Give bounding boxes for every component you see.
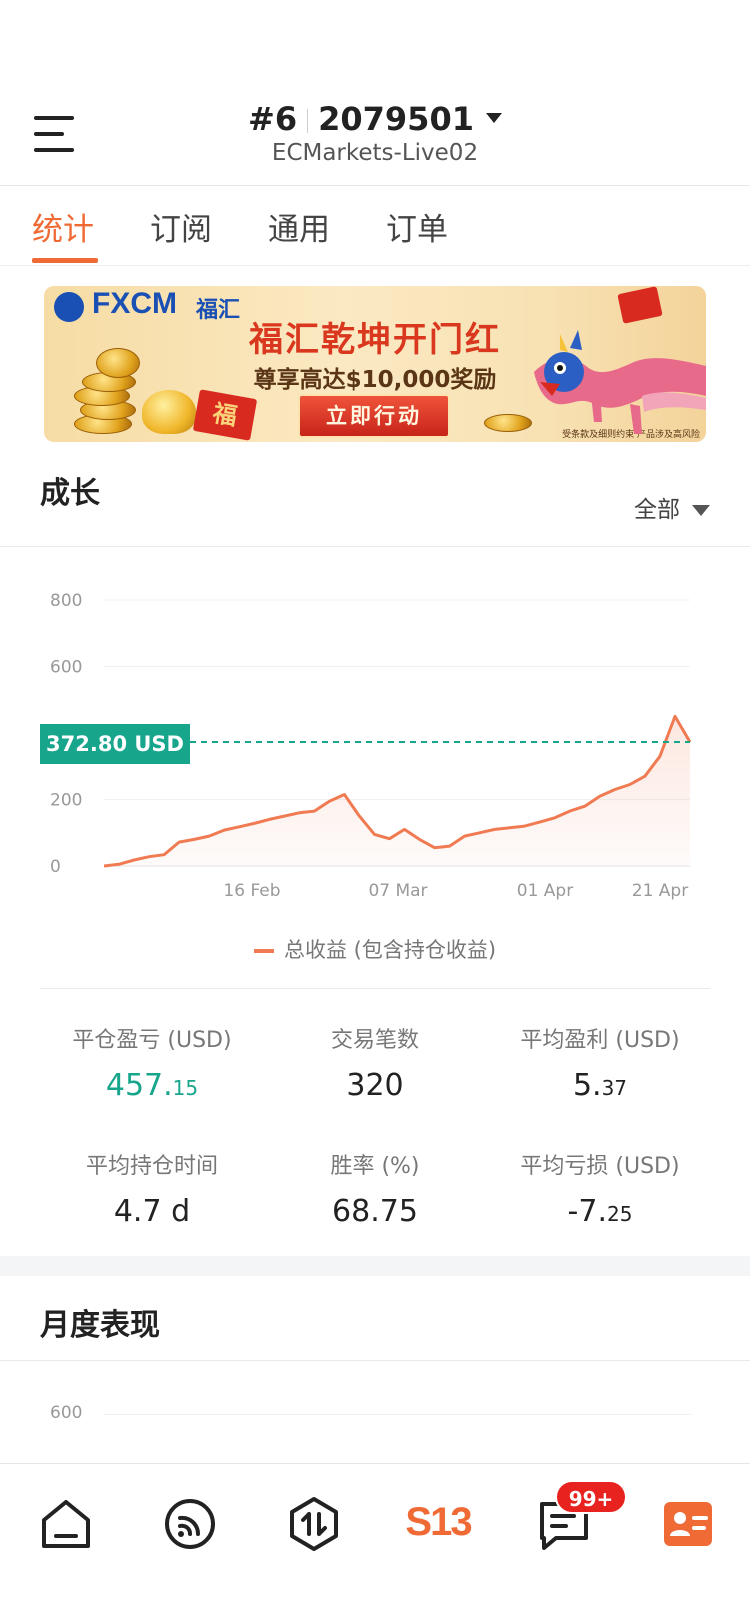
bottom-nav: S13 [0,1463,750,1624]
tab-bar: 统计 订阅 通用 订单 [0,186,750,266]
x-tick-label: 16 Feb [223,881,280,900]
server-name: ECMarkets-Live02 [271,140,479,166]
range-filter-label: 全部 [634,497,680,523]
stat-value: 457.15 [105,1068,199,1103]
promo-banner[interactable]: FXCM 福汇 福汇乾坤开门红 尊享高达$10,000奖励 立即行动 受条款及细… [44,286,706,442]
stat-closed-pnl: 平仓盈亏 (USD) 457.15 [32,1022,272,1103]
legend-swatch [253,949,274,953]
stat-avg-profit: 平均盈利 (USD) 5.37 [480,1022,720,1103]
trade-icon[interactable] [284,1494,344,1554]
stat-trade-count: 交易笔数 320 [255,1022,495,1103]
tab-general[interactable]: 通用 [268,204,330,249]
stat-avg-loss: 平均亏损 (USD) -7.25 [480,1148,720,1229]
divider [0,546,750,547]
stat-label: 平均盈利 (USD) [520,1028,680,1053]
stat-value: 5.37 [572,1068,628,1103]
profile-card-icon[interactable] [658,1494,718,1554]
banner-cta-button[interactable]: 立即行动 [298,394,450,438]
coin-icon [484,414,532,432]
home-icon[interactable] [36,1494,96,1554]
red-envelope-icon: 福 [192,389,258,441]
y-tick-label: 800 [50,591,82,611]
stat-label: 交易笔数 [330,1028,419,1053]
stat-value: 68.75 [332,1194,418,1229]
divider [40,988,710,989]
account-index: #6 [248,100,298,138]
current-value-tag: 372.80 USD [40,724,190,764]
stat-value: 4.7 d [113,1194,191,1229]
account-number: 2079501 [318,100,474,138]
tab-orders[interactable]: 订单 [386,204,448,249]
stat-label: 平仓盈亏 (USD) [72,1028,232,1053]
coin-icon [96,348,140,378]
account-switcher[interactable]: #6 2079501 [0,100,750,138]
section-spacer [0,1256,750,1276]
y-tick-label: 200 [50,791,82,811]
y-tick-label: 600 [50,658,82,678]
tab-statistics[interactable]: 统计 [32,204,94,249]
gold-ingot-icon [142,390,196,434]
legend-label: 总收益 (包含持仓收益) [283,938,497,962]
stat-win-rate: 胜率 (%) 68.75 [255,1148,495,1229]
app-header: #6 2079501 ECMarkets-Live02 [0,0,750,186]
stat-value: -7.25 [567,1194,633,1229]
x-tick-label: 21 Apr [632,881,688,900]
dragon-illustration [534,330,706,434]
stat-label: 胜率 (%) [330,1154,420,1179]
active-tab-indicator [32,258,98,263]
feed-icon[interactable] [160,1494,220,1554]
stat-label: 平均持仓时间 [85,1154,218,1179]
caret-down-icon [485,113,502,123]
stat-value: 320 [346,1068,404,1103]
y-tick-label: 0 [50,857,61,877]
x-tick-label: 01 Apr [517,881,573,900]
growth-area [104,716,690,866]
stat-label: 平均亏损 (USD) [520,1154,680,1179]
gridline [104,1414,692,1415]
stat-avg-hold-time: 平均持仓时间 4.7 d [32,1148,272,1229]
separator [307,109,309,133]
growth-title: 成长 [40,476,100,511]
tab-subscribe[interactable]: 订阅 [150,204,212,249]
messages-badge: 99+ [555,1480,627,1514]
s13-logo[interactable]: S13 [398,1492,478,1552]
monthly-title: 月度表现 [40,1308,160,1343]
monthly-y-tick: 600 [50,1403,83,1423]
chart-legend[interactable]: 总收益 (包含持仓收益) [0,934,750,964]
divider [0,1360,750,1361]
caret-down-icon [692,505,710,516]
x-tick-label: 07 Mar [368,881,427,900]
range-filter-dropdown[interactable]: 全部 [634,490,710,524]
